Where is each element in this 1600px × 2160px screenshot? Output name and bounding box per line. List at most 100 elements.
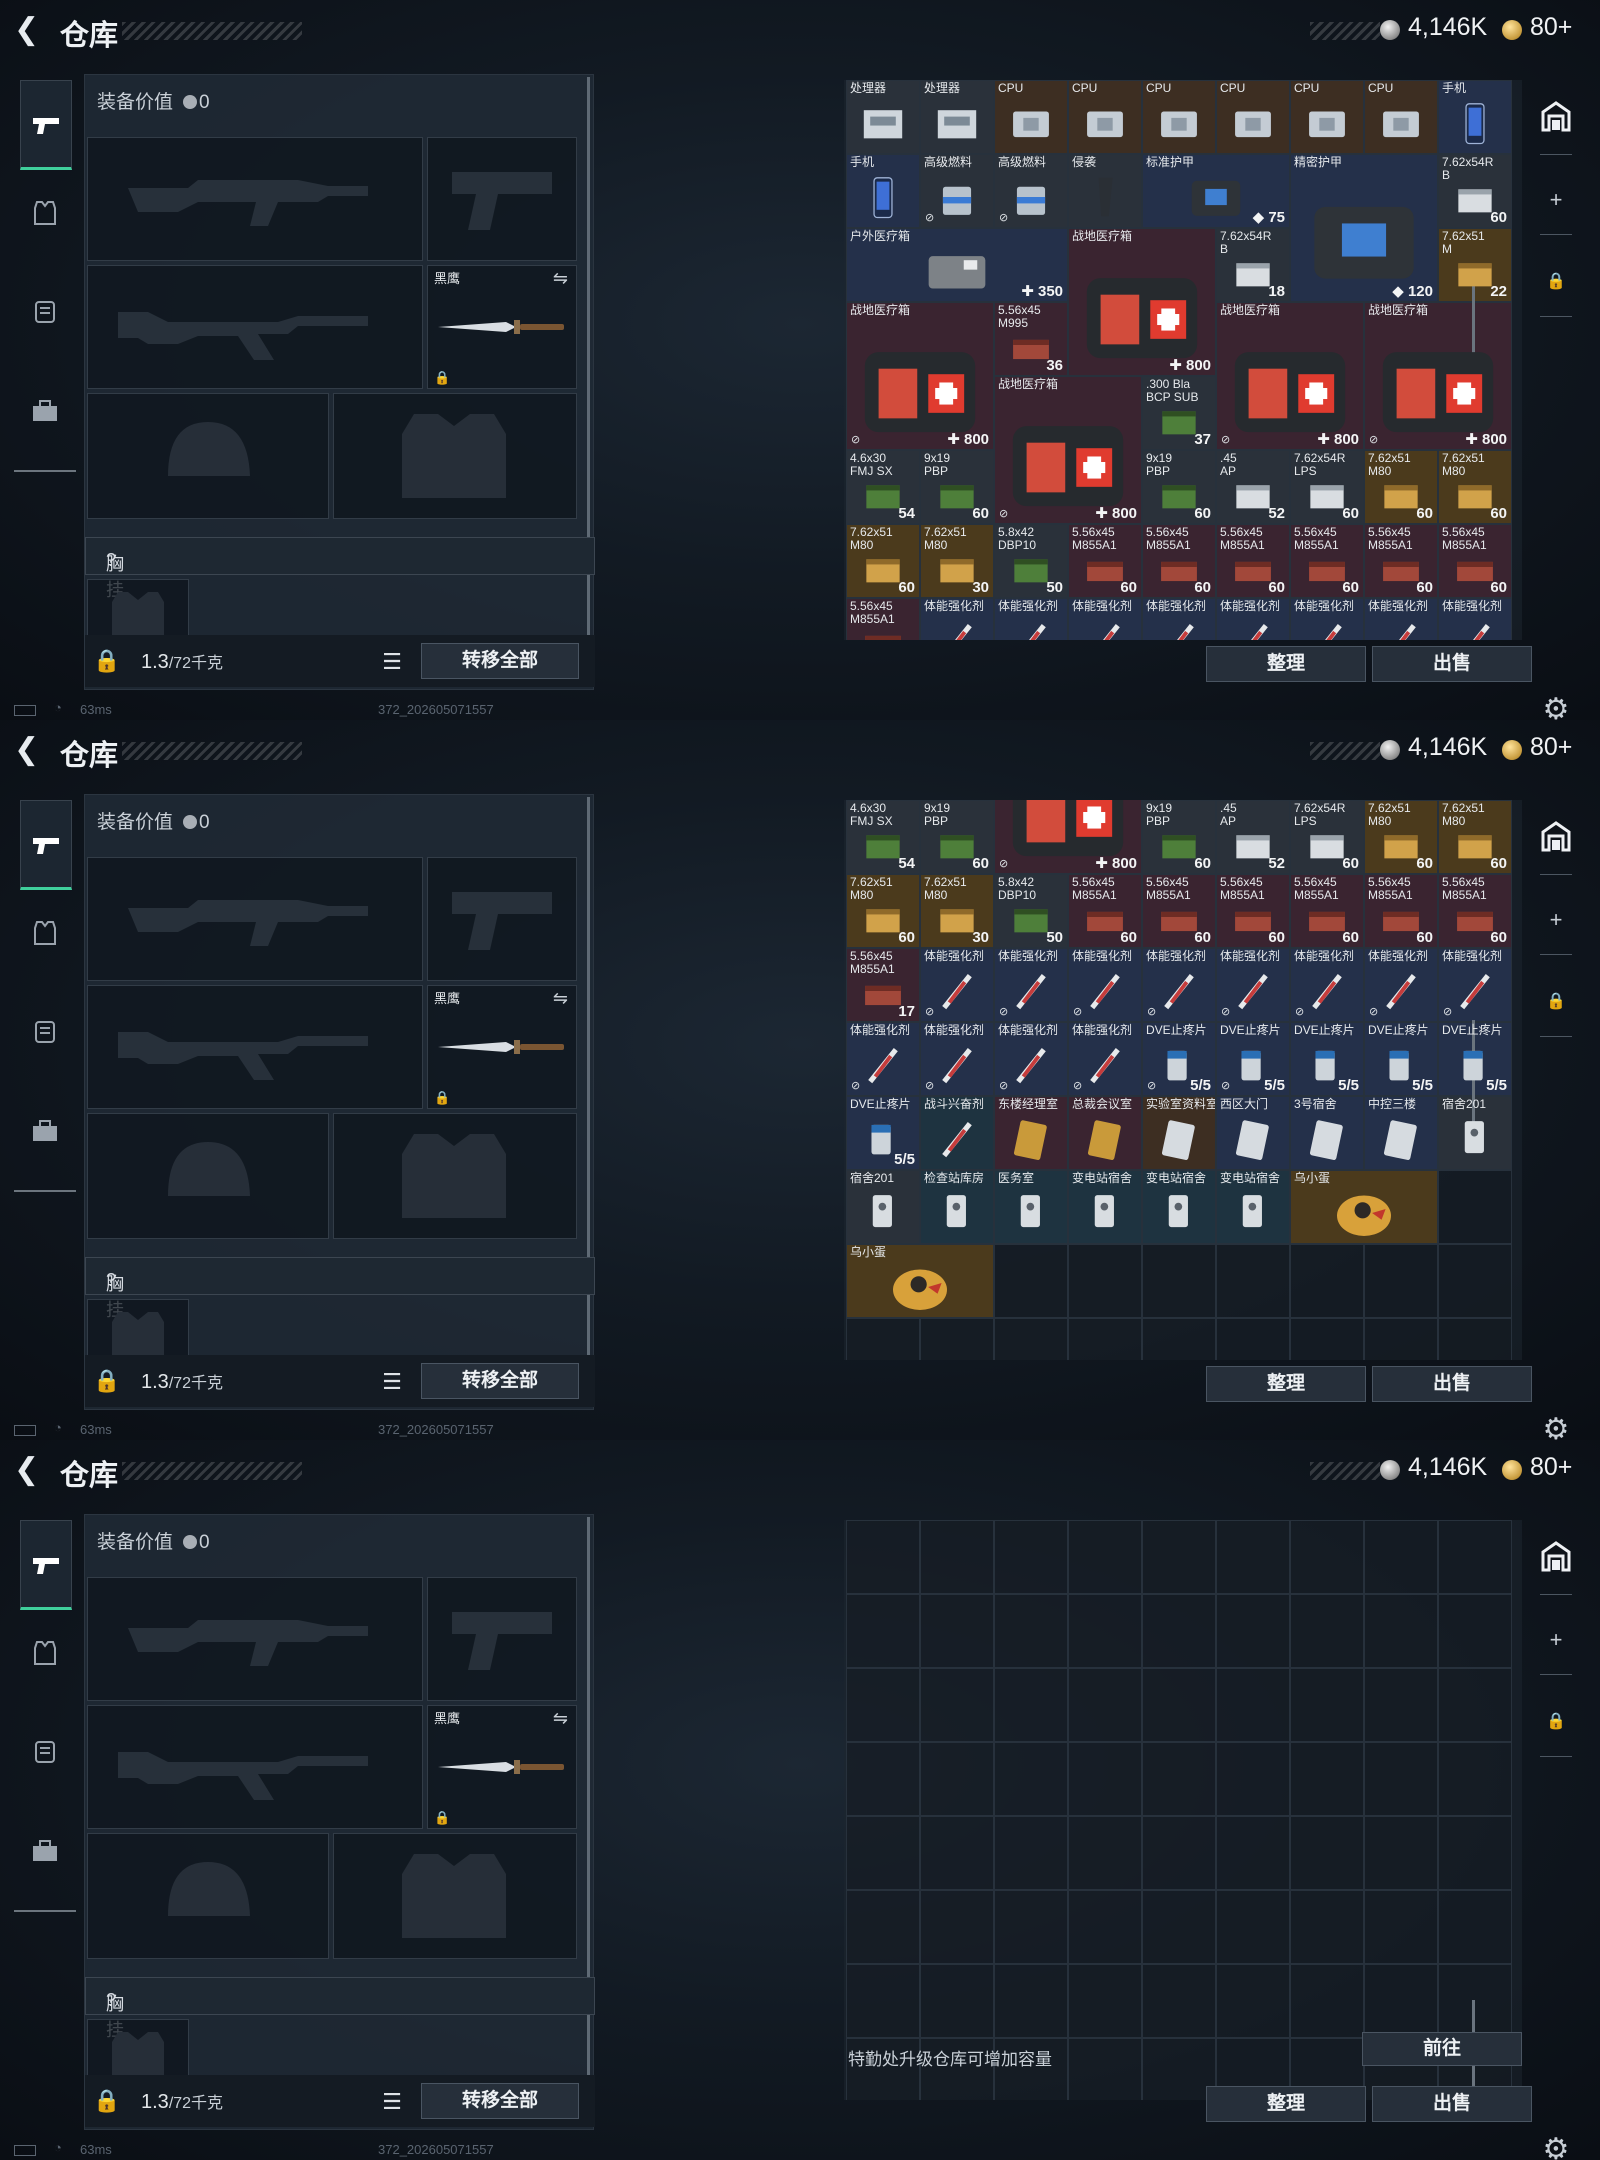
back-arrow-icon[interactable]: ❮	[14, 14, 44, 48]
stash-item[interactable]: 战地医疗箱 ✚ 800 ⊘	[1216, 302, 1364, 450]
stash-item[interactable]: 处理器	[846, 80, 920, 154]
stash-item[interactable]: 变电站宿舍	[1216, 1170, 1290, 1244]
empty-slot[interactable]	[1290, 1742, 1364, 1816]
empty-slot[interactable]	[1364, 1816, 1438, 1890]
empty-slot[interactable]	[1438, 1816, 1512, 1890]
stash-item[interactable]: 战地医疗箱 ✚ 800 ⊘	[1364, 302, 1512, 450]
transfer-all-button[interactable]: 转移全部	[421, 2083, 579, 2119]
empty-slot[interactable]	[1068, 1668, 1142, 1742]
empty-slot[interactable]	[994, 1594, 1068, 1668]
stash-item[interactable]: 体能强化剂⊘	[1438, 598, 1512, 640]
tertiary-weapon-slot[interactable]	[87, 265, 423, 389]
stash-item[interactable]: 战地医疗箱 ✚ 800 ⊘	[994, 376, 1142, 524]
empty-slot[interactable]	[1438, 1520, 1512, 1594]
stash-item[interactable]: 5.56x45 M855A1 60	[1290, 874, 1364, 948]
lock-icon[interactable]: 🔒	[1536, 262, 1576, 302]
stash-item[interactable]: 4.6x30 FMJ SX 54	[846, 450, 920, 524]
lock-icon[interactable]: 🔒	[91, 645, 123, 677]
armor-tab[interactable]	[22, 194, 68, 240]
backpack-tab[interactable]	[22, 1732, 68, 1778]
stash-item[interactable]: .300 Bla BCP SUB 37	[1142, 376, 1216, 450]
stash-item[interactable]: 9x19 PBP 60	[920, 450, 994, 524]
empty-slot[interactable]	[1438, 1890, 1512, 1964]
stash-item[interactable]: 体能强化剂⊘	[1142, 948, 1216, 1022]
empty-slot[interactable]	[1142, 1520, 1216, 1594]
stash-item[interactable]: 7.62x51 M80 60	[1438, 450, 1512, 524]
stash-item[interactable]: 体能强化剂⊘	[1216, 948, 1290, 1022]
stash-item[interactable]: 9x19 PBP 60	[1142, 450, 1216, 524]
stash-item[interactable]: 体能强化剂⊘	[1142, 598, 1216, 640]
empty-slot[interactable]	[1142, 1964, 1216, 2038]
body-armor-slot[interactable]	[333, 393, 577, 519]
stash-item[interactable]: 高级燃料 ⊘	[994, 154, 1068, 228]
lock-icon[interactable]: 🔒	[1536, 982, 1576, 1022]
gear-icon[interactable]: ⚙	[1536, 1410, 1576, 1440]
empty-slot[interactable]	[1068, 1318, 1142, 1360]
stash-item[interactable]: 检查站库房	[920, 1170, 994, 1244]
stash-item[interactable]: 体能强化剂⊘	[846, 1022, 920, 1096]
empty-slot[interactable]	[994, 1520, 1068, 1594]
empty-slot[interactable]	[920, 1964, 994, 2038]
stash-item[interactable]: 7.62x51 M80 30	[920, 524, 994, 598]
stash-item[interactable]: 体能强化剂⊘	[994, 598, 1068, 640]
stash-item[interactable]: 7.62x54R B 18	[1216, 228, 1290, 302]
empty-slot[interactable]	[1364, 1742, 1438, 1816]
empty-slot[interactable]	[1142, 1318, 1216, 1360]
empty-slot[interactable]	[1438, 1668, 1512, 1742]
help-icon[interactable]: ?	[106, 550, 116, 571]
add-icon[interactable]: +	[1536, 180, 1576, 220]
empty-slot[interactable]	[1068, 1964, 1142, 2038]
stash-item[interactable]: 体能强化剂⊘	[1364, 948, 1438, 1022]
case-tab[interactable]	[22, 390, 68, 436]
stash-item[interactable]: DVE止疼片 5/5	[846, 1096, 920, 1170]
stash-item[interactable]: CPU	[1142, 80, 1216, 154]
stash-item[interactable]: 乌小蛋	[1290, 1170, 1438, 1244]
stash-item[interactable]: 7.62x51 M80 60	[1364, 800, 1438, 874]
stash-item[interactable]: 7.62x54R LPS 60	[1290, 800, 1364, 874]
empty-slot[interactable]	[1438, 1244, 1512, 1318]
sell-button[interactable]: 出售	[1372, 2086, 1532, 2122]
add-icon[interactable]: +	[1536, 1620, 1576, 1660]
empty-slot[interactable]	[1216, 1742, 1290, 1816]
empty-slot[interactable]	[846, 1964, 920, 2038]
empty-slot[interactable]	[1438, 1594, 1512, 1668]
empty-slot[interactable]	[1364, 1594, 1438, 1668]
empty-slot[interactable]	[1290, 1318, 1364, 1360]
weapon-tab[interactable]	[20, 800, 72, 890]
stash-item[interactable]: 5.56x45 M855A1 60	[1364, 874, 1438, 948]
empty-slot[interactable]	[1142, 1816, 1216, 1890]
stash-item[interactable]: 5.56x45 M855A1 60	[1068, 874, 1142, 948]
empty-slot[interactable]	[994, 1668, 1068, 1742]
list-icon[interactable]: ☰	[377, 647, 407, 677]
empty-slot[interactable]	[1364, 1890, 1438, 1964]
list-icon[interactable]: ☰	[377, 1367, 407, 1397]
loadout-scrollbar[interactable]	[587, 797, 590, 1397]
stash-item[interactable]: 侵袭	[1068, 154, 1142, 228]
stash-grid[interactable]: 处理器 处理器 CPU CPU CPU CPU CPU CPU 手机 手机 高级燃料 ⊘ 高级燃料 ⊘ 侵袭…	[844, 80, 1522, 640]
stash-item[interactable]: 7.62x54R LPS 60	[1290, 450, 1364, 524]
stash-item[interactable]: 9x19 PBP 60	[1142, 800, 1216, 874]
stash-item[interactable]: 体能强化剂⊘	[1068, 1022, 1142, 1096]
empty-slot[interactable]	[1290, 1668, 1364, 1742]
stash-item[interactable]: 5.56x45 M855A1 60	[1438, 874, 1512, 948]
empty-slot[interactable]	[1142, 1668, 1216, 1742]
empty-slot[interactable]	[846, 1520, 920, 1594]
primary-weapon-slot[interactable]	[87, 857, 423, 981]
stash-item[interactable]: 体能强化剂⊘	[1438, 948, 1512, 1022]
secondary-weapon-slot[interactable]	[427, 857, 577, 981]
stash-item[interactable]: 体能强化剂⊘	[920, 598, 994, 640]
empty-slot[interactable]	[994, 1318, 1068, 1360]
back-arrow-icon[interactable]: ❮	[14, 1454, 44, 1488]
stash-item[interactable]: 9x19 PBP 60	[920, 800, 994, 874]
stash-item[interactable]: 高级燃料 ⊘	[920, 154, 994, 228]
empty-slot[interactable]	[1068, 2038, 1142, 2100]
transfer-all-button[interactable]: 转移全部	[421, 643, 579, 679]
empty-slot[interactable]	[1142, 1594, 1216, 1668]
helmet-slot[interactable]	[87, 1113, 329, 1239]
sort-button[interactable]: 整理	[1206, 646, 1366, 682]
armor-tab[interactable]	[22, 1634, 68, 1680]
body-armor-slot[interactable]	[333, 1833, 577, 1959]
empty-slot[interactable]	[920, 1594, 994, 1668]
empty-slot[interactable]	[920, 1668, 994, 1742]
stash-item[interactable]: 体能强化剂⊘	[1068, 948, 1142, 1022]
